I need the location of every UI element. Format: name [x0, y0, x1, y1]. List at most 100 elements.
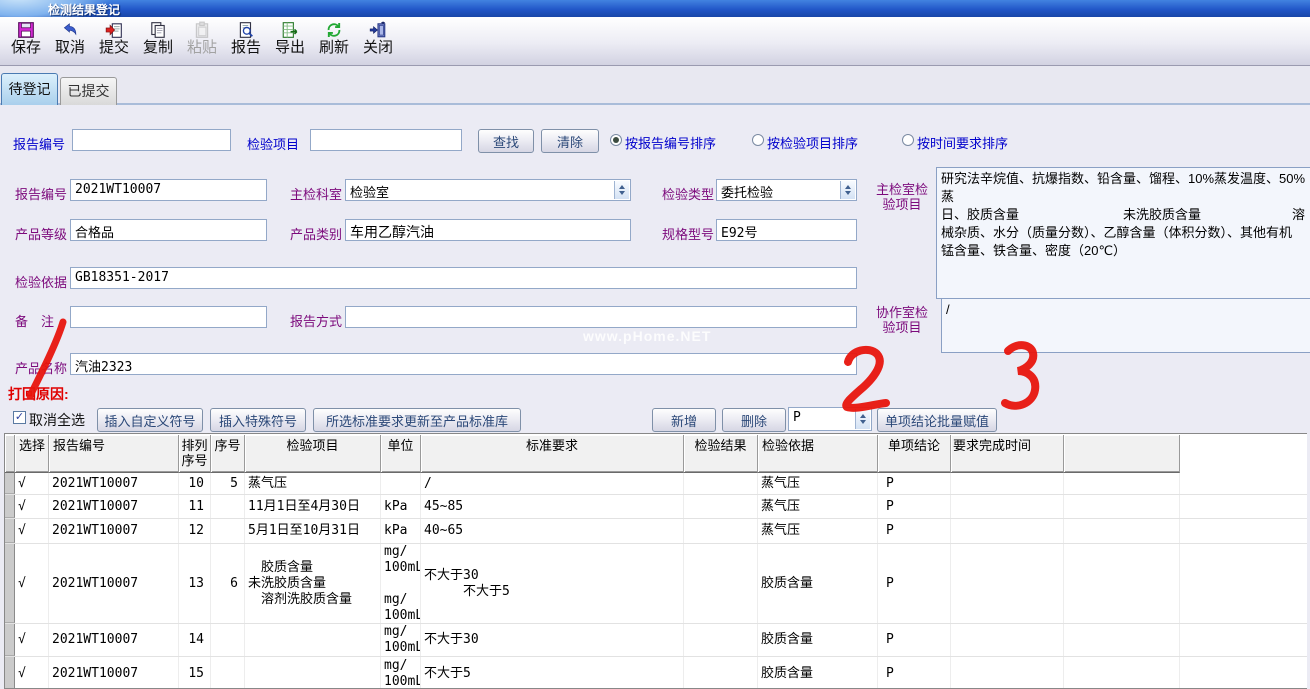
cell-sort-no[interactable]: 13 [179, 544, 211, 623]
delete-button[interactable]: 删除 [722, 408, 786, 432]
cell-seq-no[interactable]: 6 [211, 544, 245, 623]
cell-standard-req[interactable]: 40~65 [421, 519, 684, 543]
cell-required-finish-time[interactable] [951, 544, 1064, 623]
sort-by-item-radio[interactable] [752, 134, 764, 146]
cell-item-conclusion[interactable]: P [878, 624, 951, 656]
cell-select[interactable]: √ [15, 495, 49, 518]
cell-test-item[interactable]: 11月1日至4月30日 [245, 495, 381, 518]
cell-item-conclusion[interactable]: P [878, 657, 951, 689]
cell-select[interactable]: √ [15, 624, 49, 656]
spinner-icon[interactable] [840, 181, 855, 199]
remark-input[interactable] [70, 306, 267, 328]
cell-standard-req[interactable]: 不大于5 [421, 657, 684, 689]
cell-seq-no[interactable] [211, 624, 245, 656]
cell-extra[interactable] [1064, 473, 1180, 494]
cell-report-no[interactable]: 2021WT10007 [49, 657, 179, 689]
cell-report-no[interactable]: 2021WT10007 [49, 495, 179, 518]
cell-unit[interactable]: mg/ 100mL [381, 624, 421, 656]
cell-test-item[interactable]: 蒸气压 [245, 473, 381, 494]
report-button[interactable]: 报告 [224, 17, 268, 66]
cell-test-result[interactable] [684, 544, 758, 623]
cell-extra[interactable] [1064, 519, 1180, 543]
cell-extra[interactable] [1064, 657, 1180, 689]
cell-standard-req[interactable]: 不大于30 不大于5 [421, 544, 684, 623]
cell-report-no[interactable]: 2021WT10007 [49, 624, 179, 656]
cell-test-basis[interactable]: 胶质含量 [758, 544, 878, 623]
close-button[interactable]: 关闭 [356, 17, 400, 66]
cell-extra[interactable] [1064, 495, 1180, 518]
search-item-input[interactable] [310, 129, 462, 151]
cell-item-conclusion[interactable]: P [878, 495, 951, 518]
cell-select[interactable]: √ [15, 657, 49, 689]
cell-item-conclusion[interactable]: P [878, 519, 951, 543]
uncheck-all-label[interactable]: 取消全选 [29, 410, 85, 430]
sort-by-time-radio[interactable] [902, 134, 914, 146]
cell-standard-req[interactable]: 45~85 [421, 495, 684, 518]
cell-unit[interactable] [381, 473, 421, 494]
cell-seq-no[interactable] [211, 657, 245, 689]
cell-unit[interactable]: mg/ 100mL mg/ 100mL [381, 544, 421, 623]
cell-test-result[interactable] [684, 495, 758, 518]
test-type-combobox[interactable]: 委托检验 [716, 179, 857, 201]
sort-by-item-label[interactable]: 按检验项目排序 [767, 133, 858, 152]
submit-button[interactable]: 提交 [92, 17, 136, 66]
basis-input[interactable]: GB18351-2017 [70, 267, 857, 289]
grade-input[interactable]: 合格品 [70, 219, 267, 241]
cell-standard-req[interactable]: 不大于30 [421, 624, 684, 656]
cell-test-result[interactable] [684, 519, 758, 543]
category-input[interactable]: 车用乙醇汽油 [345, 219, 631, 241]
cell-item-conclusion[interactable]: P [878, 544, 951, 623]
cell-test-basis[interactable]: 蒸气压 [758, 519, 878, 543]
cell-extra[interactable] [1064, 544, 1180, 623]
cell-required-finish-time[interactable] [951, 519, 1064, 543]
main-items-panel[interactable]: 研究法辛烷值、抗爆指数、铅含量、馏程、10%蒸发温度、50%蒸 日、胶质含量 未… [936, 167, 1310, 299]
cell-report-no[interactable]: 2021WT10007 [49, 519, 179, 543]
cell-item-conclusion[interactable]: P [878, 473, 951, 494]
cell-test-basis[interactable]: 蒸气压 [758, 473, 878, 494]
cell-test-basis[interactable]: 蒸气压 [758, 495, 878, 518]
sort-by-report-no-radio[interactable] [610, 134, 622, 146]
cell-test-item[interactable]: 5月1日至10月31日 [245, 519, 381, 543]
report-no-input[interactable]: 2021WT10007 [70, 179, 267, 201]
sort-by-report-no-label[interactable]: 按报告编号排序 [625, 133, 716, 152]
add-button[interactable]: 新增 [652, 408, 716, 432]
cell-required-finish-time[interactable] [951, 495, 1064, 518]
cancel-button[interactable]: 取消 [48, 17, 92, 66]
cell-required-finish-time[interactable] [951, 657, 1064, 689]
spinner-icon[interactable] [855, 409, 870, 429]
main-dept-combobox[interactable]: 检验室 [345, 179, 631, 201]
cell-select[interactable]: √ [15, 473, 49, 494]
cell-required-finish-time[interactable] [951, 624, 1064, 656]
cell-unit[interactable]: kPa [381, 495, 421, 518]
refresh-button[interactable]: 刷新 [312, 17, 356, 66]
cell-test-item[interactable] [245, 624, 381, 656]
cell-seq-no[interactable] [211, 519, 245, 543]
cell-test-result[interactable] [684, 473, 758, 494]
cell-sort-no[interactable]: 10 [179, 473, 211, 494]
uncheck-all-checkbox[interactable]: ✓ [13, 411, 26, 424]
cell-sort-no[interactable]: 12 [179, 519, 211, 543]
cell-required-finish-time[interactable] [951, 473, 1064, 494]
cell-extra[interactable] [1064, 624, 1180, 656]
spinner-icon[interactable] [614, 181, 629, 199]
cell-test-result[interactable] [684, 624, 758, 656]
copy-button[interactable]: 复制 [136, 17, 180, 66]
cell-test-result[interactable] [684, 657, 758, 689]
insert-special-symbol-button[interactable]: 插入特殊符号 [210, 408, 306, 432]
update-standard-button[interactable]: 所选标准要求更新至产品标准库 [313, 408, 521, 432]
cell-seq-no[interactable]: 5 [211, 473, 245, 494]
cell-test-basis[interactable]: 胶质含量 [758, 624, 878, 656]
cell-test-item[interactable]: 胶质含量 未洗胶质含量 溶剂洗胶质含量 [245, 544, 381, 623]
cell-unit[interactable]: kPa [381, 519, 421, 543]
batch-assign-button[interactable]: 单项结论批量赋值 [877, 408, 997, 432]
coop-items-panel[interactable]: / [941, 298, 1310, 353]
insert-custom-symbol-button[interactable]: 插入自定义符号 [97, 408, 203, 432]
sort-by-time-label[interactable]: 按时间要求排序 [917, 133, 1008, 152]
cell-select[interactable]: √ [15, 519, 49, 543]
product-name-input[interactable]: 汽油2323 [70, 353, 857, 375]
cell-sort-no[interactable]: 15 [179, 657, 211, 689]
clear-button[interactable]: 清除 [541, 129, 599, 153]
cell-test-basis[interactable]: 胶质含量 [758, 657, 878, 689]
tab-pending[interactable]: 待登记 [1, 73, 58, 105]
cell-unit[interactable]: mg/ 100mL [381, 657, 421, 689]
